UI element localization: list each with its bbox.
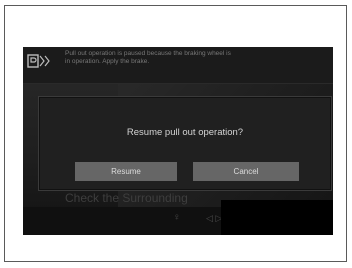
sensor-icon: ♀	[173, 212, 181, 223]
figure-frame: Pull out operation is paused because the…	[4, 5, 347, 262]
info-banner: Pull out operation is paused because the…	[23, 47, 333, 84]
pager-arrows: ◁ ▷	[206, 213, 223, 223]
resume-dialog: Resume pull out operation? Resume Cancel	[38, 96, 332, 191]
dialog-message: Resume pull out operation?	[126, 127, 244, 138]
cancel-button[interactable]: Cancel	[193, 162, 299, 181]
bottom-label: Check the Surrounding	[65, 191, 188, 205]
parking-assist-icon	[27, 53, 53, 71]
resume-button[interactable]: Resume	[75, 162, 177, 181]
hint-text: Pull out operation is paused because the…	[65, 50, 231, 65]
camera-view-black	[221, 200, 333, 235]
